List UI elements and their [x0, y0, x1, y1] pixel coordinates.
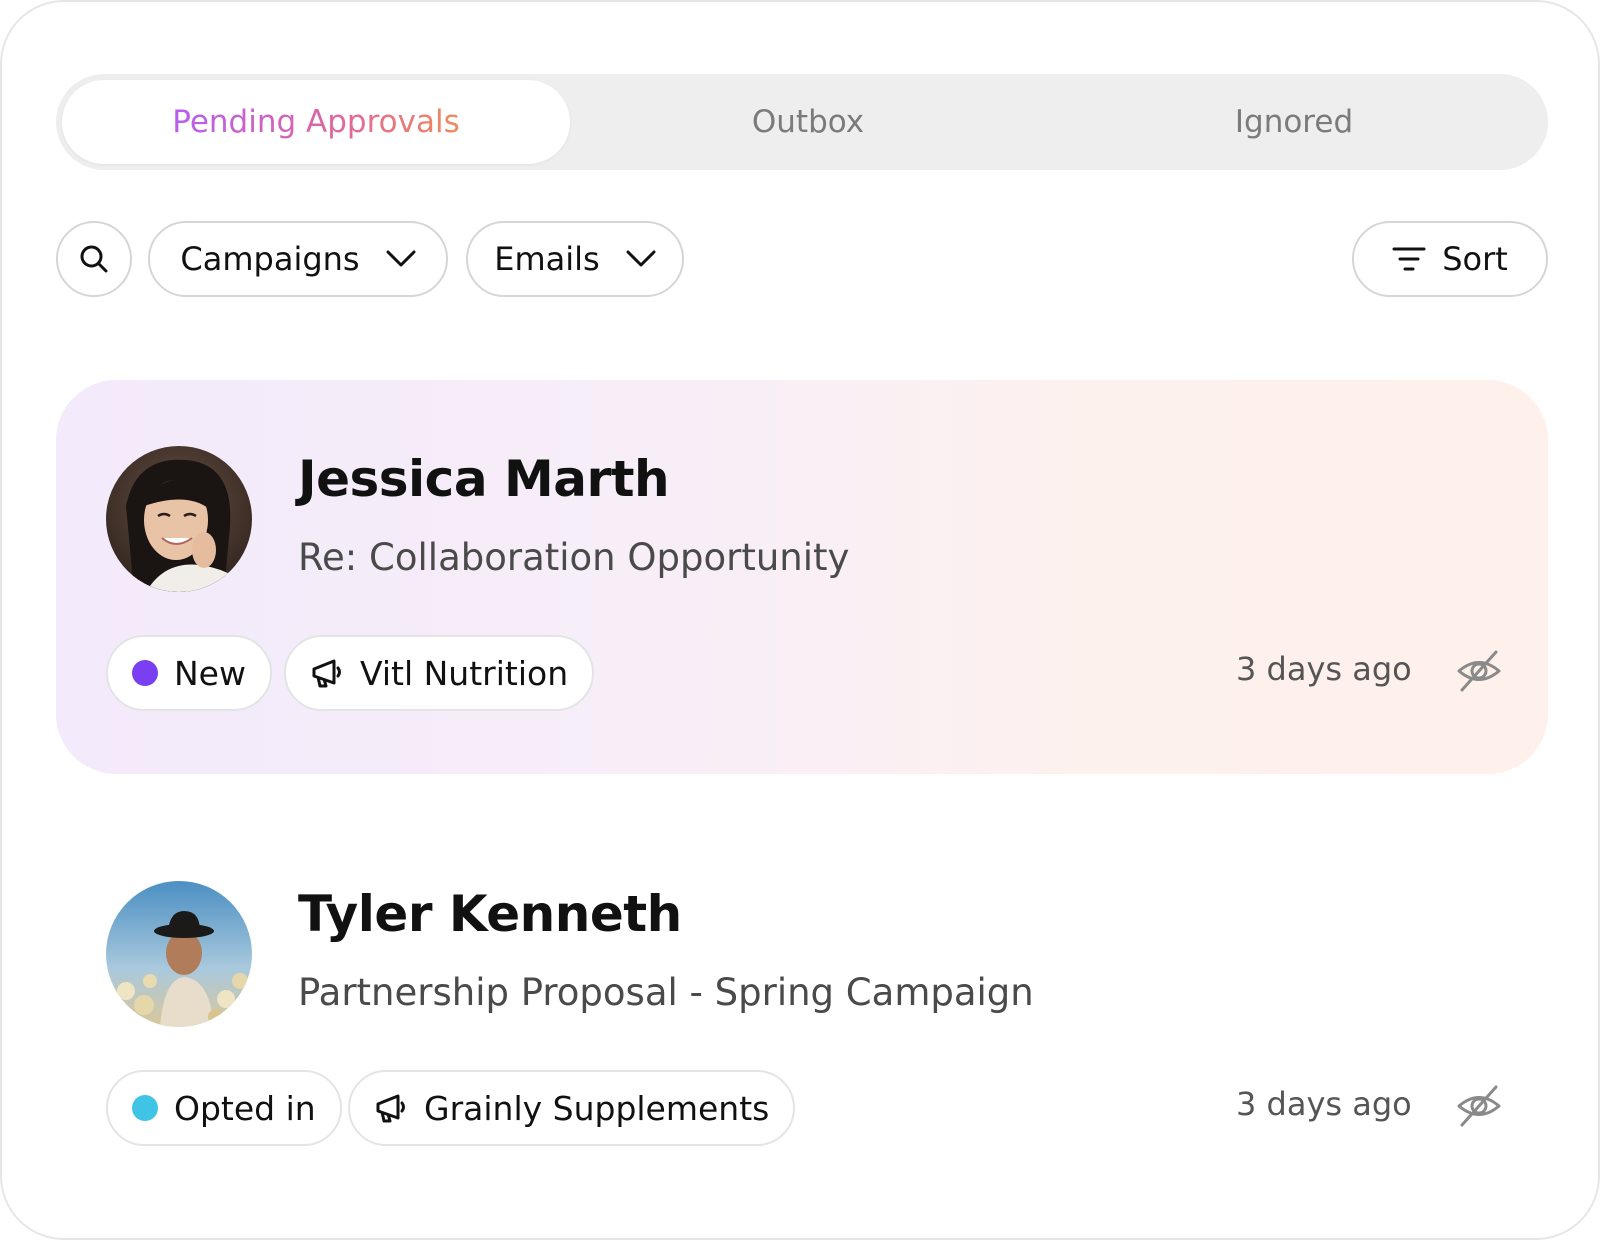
avatar — [106, 881, 252, 1027]
sort-filter-icon — [1392, 247, 1426, 271]
campaign-tag[interactable]: Grainly Supplements — [348, 1070, 796, 1146]
campaign-tag[interactable]: Vitl Nutrition — [284, 635, 595, 711]
ignore-button[interactable] — [1454, 1081, 1504, 1131]
status-label: New — [174, 653, 246, 693]
message-card[interactable]: Tyler Kenneth Partnership Proposal - Spr… — [56, 815, 1548, 1209]
megaphone-icon — [376, 1094, 405, 1123]
tab-label: Ignored — [1234, 104, 1354, 140]
status-dot-icon — [132, 1095, 158, 1121]
tab-label: Pending Approvals — [172, 104, 460, 140]
campaign-label: Grainly Supplements — [424, 1088, 770, 1128]
status-badge[interactable]: Opted in — [106, 1070, 342, 1146]
sort-label: Sort — [1442, 240, 1508, 278]
message-subject: Re: Collaboration Opportunity — [298, 536, 850, 579]
emails-filter-label: Emails — [494, 240, 600, 278]
eye-off-icon — [1457, 1085, 1501, 1127]
message-subject: Partnership Proposal - Spring Campaign — [298, 971, 1034, 1014]
tab-bar: Pending Approvals Outbox Ignored — [56, 74, 1548, 170]
sort-button[interactable]: Sort — [1352, 221, 1548, 297]
timestamp: 3 days ago — [1236, 1085, 1412, 1123]
avatar — [106, 446, 252, 592]
megaphone-icon — [312, 659, 341, 688]
tab-pending-approvals[interactable]: Pending Approvals — [62, 80, 570, 164]
campaigns-filter-label: Campaigns — [180, 240, 360, 278]
tab-label: Outbox — [751, 104, 865, 140]
sender-name: Tyler Kenneth — [298, 885, 682, 943]
status-badge[interactable]: New — [106, 635, 272, 711]
chevron-down-icon — [386, 250, 416, 267]
timestamp: 3 days ago — [1236, 650, 1412, 688]
emails-filter-dropdown[interactable]: Emails — [466, 221, 684, 297]
search-icon — [80, 245, 108, 273]
campaign-label: Vitl Nutrition — [360, 653, 569, 693]
message-card[interactable]: Jessica Marth Re: Collaboration Opportun… — [56, 380, 1548, 774]
sender-name: Jessica Marth — [298, 450, 670, 508]
eye-off-icon — [1457, 650, 1501, 692]
tab-ignored[interactable]: Ignored — [1046, 80, 1542, 164]
campaigns-filter-dropdown[interactable]: Campaigns — [148, 221, 448, 297]
tab-outbox[interactable]: Outbox — [570, 80, 1046, 164]
chevron-down-icon — [626, 250, 656, 267]
status-label: Opted in — [174, 1088, 316, 1128]
status-dot-icon — [132, 660, 158, 686]
ignore-button[interactable] — [1454, 646, 1504, 696]
search-button[interactable] — [56, 221, 132, 297]
